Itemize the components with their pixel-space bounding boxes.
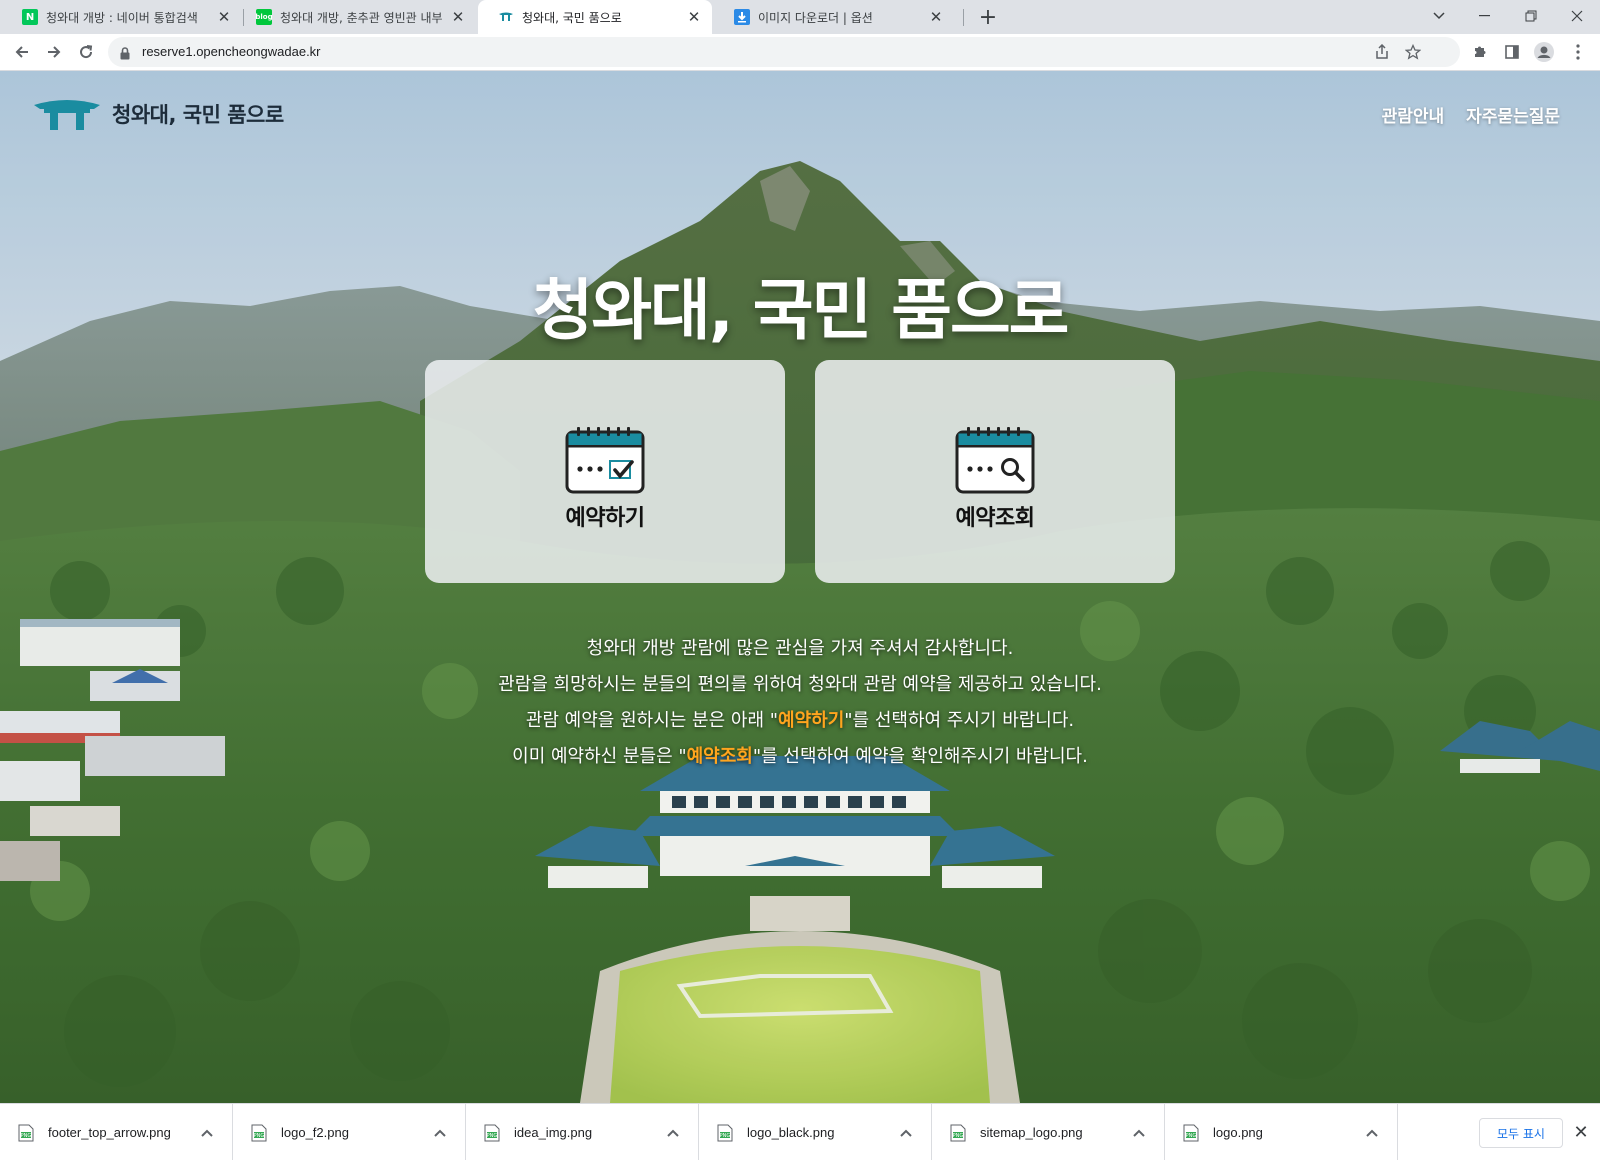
- close-icon[interactable]: ✕: [216, 8, 232, 26]
- png-file-icon: PNG: [18, 1124, 34, 1141]
- url-text[interactable]: reserve1.opencheongwadae.kr: [142, 44, 321, 59]
- cheongwadae-logo-icon: [34, 100, 100, 130]
- back-icon[interactable]: [8, 38, 36, 66]
- png-file-icon: PNG: [484, 1124, 500, 1141]
- calendar-check-icon: [565, 427, 645, 494]
- tab-title: 청와대 개방, 춘추관 영빈관 내부: [280, 10, 443, 25]
- download-file-name: logo_f2.png: [281, 1125, 349, 1140]
- site-nav: 관람안내 자주묻는질문: [1360, 102, 1560, 127]
- intro-text-part: "를 선택하여 주시기 바랍니다.: [844, 710, 1075, 731]
- tab-title: 청와대, 국민 품으로: [522, 10, 622, 25]
- intro-text-part: "를 선택하여 예약을 확인해주시기 바랍니다.: [752, 746, 1088, 767]
- site-logo[interactable]: 청와대, 국민 품으로: [34, 97, 284, 131]
- png-file-icon: PNG: [1183, 1124, 1199, 1141]
- intro-line: 청와대 개방 관람에 많은 관심을 가져 주셔서 감사합니다.: [586, 638, 1014, 659]
- nav-visit-guide-link[interactable]: 관람안내: [1382, 102, 1445, 127]
- lock-icon[interactable]: [120, 45, 130, 64]
- intro-line: 관람 예약을 원하시는 분은 아래 "예약하기"를 선택하여 주시기 바랍니다.: [0, 703, 1600, 739]
- svg-text:PNG: PNG: [1186, 1133, 1197, 1139]
- reserve-card-label: 예약하기: [565, 506, 645, 531]
- tab-naver-search[interactable]: N 청와대 개방 : 네이버 통합검색 ✕: [2, 0, 242, 34]
- reserve-card-button[interactable]: 예약하기: [425, 360, 785, 583]
- intro-line: 관람을 희망하시는 분들의 편의를 위하여 청와대 관람 예약을 제공하고 있습…: [498, 674, 1102, 695]
- blog-icon: blog: [255, 9, 273, 25]
- tab-cheongwadae[interactable]: 청와대, 국민 품으로 ✕: [478, 0, 712, 34]
- svg-text:PNG: PNG: [487, 1133, 498, 1139]
- intro-text-part: 관람 예약을 원하시는 분은 아래 ": [525, 710, 779, 731]
- chevron-up-icon[interactable]: [425, 1129, 455, 1137]
- menu-kebab-icon[interactable]: [1564, 38, 1592, 66]
- svg-text:PNG: PNG: [720, 1133, 731, 1139]
- chevron-up-icon[interactable]: [1124, 1129, 1154, 1137]
- minimize-icon[interactable]: [1462, 0, 1508, 32]
- intro-line: 이미 예약하신 분들은 "예약조회"를 선택하여 예약을 확인해주시기 바랍니다…: [0, 739, 1600, 775]
- nav-faq-link[interactable]: 자주묻는질문: [1466, 102, 1560, 127]
- page-viewport: 청와대, 국민 품으로 관람안내 자주묻는질문 청와대, 국민 품으로 예약하기: [0, 71, 1600, 1103]
- download-item[interactable]: PNG footer_top_arrow.png: [0, 1104, 233, 1160]
- downloader-icon: [734, 9, 750, 25]
- tab-search-icon[interactable]: [1416, 0, 1462, 32]
- chevron-up-icon[interactable]: [192, 1129, 222, 1137]
- download-file-name: logo_black.png: [747, 1125, 835, 1140]
- png-file-icon: PNG: [717, 1124, 733, 1141]
- download-file-name: logo.png: [1213, 1125, 1263, 1140]
- tab-strip: N 청와대 개방 : 네이버 통합검색 ✕ blog 청와대 개방, 춘추관 영…: [0, 0, 1600, 34]
- chevron-up-icon[interactable]: [891, 1129, 921, 1137]
- tab-divider: [963, 9, 964, 26]
- tab-blog[interactable]: blog 청와대 개방, 춘추관 영빈관 내부 ✕: [244, 0, 476, 34]
- naver-icon: N: [22, 9, 38, 25]
- chevron-up-icon[interactable]: [658, 1129, 688, 1137]
- download-item[interactable]: PNG logo.png: [1165, 1104, 1398, 1160]
- svg-text:PNG: PNG: [953, 1133, 964, 1139]
- download-item[interactable]: PNG idea_img.png: [466, 1104, 699, 1160]
- png-file-icon: PNG: [251, 1124, 267, 1141]
- browser-toolbar: reserve1.opencheongwadae.kr: [0, 34, 1600, 71]
- download-item[interactable]: PNG logo_black.png: [699, 1104, 932, 1160]
- share-icon[interactable]: [1371, 41, 1393, 63]
- lookup-card-label: 예약조회: [955, 506, 1035, 531]
- tab-title: 청와대 개방 : 네이버 통합검색: [46, 10, 198, 25]
- download-file-name: idea_img.png: [514, 1125, 593, 1140]
- show-all-downloads-button[interactable]: 모두 표시: [1479, 1118, 1563, 1148]
- download-file-name: footer_top_arrow.png: [48, 1125, 171, 1140]
- restore-icon[interactable]: [1508, 0, 1554, 32]
- calendar-search-icon: [955, 427, 1035, 494]
- tab-image-downloader[interactable]: 이미지 다운로더 | 옵션 ✕: [714, 0, 954, 34]
- hero-background-image: [0, 71, 1600, 1103]
- png-file-icon: PNG: [950, 1124, 966, 1141]
- svg-text:PNG: PNG: [21, 1133, 32, 1139]
- download-file-name: sitemap_logo.png: [980, 1125, 1083, 1140]
- address-bar[interactable]: reserve1.opencheongwadae.kr: [108, 37, 1460, 67]
- tab-title: 이미지 다운로더 | 옵션: [758, 10, 873, 25]
- chevron-up-icon[interactable]: [1357, 1129, 1387, 1137]
- window-close-icon[interactable]: [1554, 0, 1600, 32]
- side-panel-icon[interactable]: [1498, 38, 1526, 66]
- download-item[interactable]: PNG sitemap_logo.png: [932, 1104, 1165, 1160]
- svg-text:PNG: PNG: [254, 1133, 265, 1139]
- close-icon[interactable]: ✕: [686, 8, 702, 26]
- cheongwadae-icon: [498, 9, 514, 25]
- site-logo-text: 청와대, 국민 품으로: [112, 103, 284, 127]
- intro-text: 청와대 개방 관람에 많은 관심을 가져 주셔서 감사합니다. 관람을 희망하시…: [0, 631, 1600, 775]
- profile-avatar-icon[interactable]: [1530, 38, 1558, 66]
- reserve-highlight-text: 예약하기: [778, 710, 845, 731]
- close-icon[interactable]: ✕: [928, 8, 944, 26]
- bookmark-star-icon[interactable]: [1402, 41, 1424, 63]
- hero-title: 청와대, 국민 품으로: [532, 272, 1070, 349]
- intro-text-part: 이미 예약하신 분들은 ": [512, 746, 687, 767]
- new-tab-button[interactable]: +: [975, 4, 1001, 30]
- close-icon[interactable]: ✕: [450, 8, 466, 26]
- download-item[interactable]: PNG logo_f2.png: [233, 1104, 466, 1160]
- lookup-card-button[interactable]: 예약조회: [815, 360, 1175, 583]
- download-shelf: PNG footer_top_arrow.png PNG logo_f2.png…: [0, 1103, 1600, 1160]
- extensions-puzzle-icon[interactable]: [1466, 38, 1494, 66]
- close-download-shelf-icon[interactable]: ✕: [1569, 1120, 1593, 1144]
- reload-icon[interactable]: [72, 38, 100, 66]
- lookup-highlight-text: 예약조회: [686, 746, 753, 767]
- forward-icon[interactable]: [40, 38, 68, 66]
